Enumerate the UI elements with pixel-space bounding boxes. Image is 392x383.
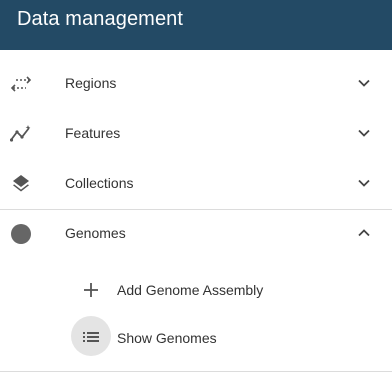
circle-icon (10, 223, 32, 245)
chevron-down-icon[interactable] (356, 75, 372, 91)
plus-icon (82, 281, 100, 304)
add-genome-assembly-item[interactable]: Add Genome Assembly (0, 267, 392, 311)
app-header: Data management (0, 0, 392, 50)
swap-arrows-icon (10, 73, 32, 95)
list-icon (82, 329, 100, 350)
trend-line-icon (9, 123, 32, 145)
menu-item-collections[interactable]: Collections (0, 158, 392, 208)
show-genomes-item[interactable]: Show Genomes (0, 315, 392, 359)
chevron-down-icon[interactable] (356, 175, 372, 191)
menu-item-label: Collections (65, 175, 134, 191)
chevron-down-icon[interactable] (356, 125, 372, 141)
menu-item-regions[interactable]: Regions (0, 58, 392, 108)
menu-item-genomes[interactable]: Genomes (0, 208, 392, 258)
chevron-up-icon[interactable] (356, 225, 372, 241)
add-genome-assembly-label: Add Genome Assembly (117, 282, 264, 298)
menu-item-label: Regions (65, 75, 117, 91)
menu-item-label: Features (65, 125, 121, 141)
layers-icon (10, 173, 32, 195)
show-genomes-label: Show Genomes (117, 330, 217, 346)
page-title: Data management (17, 8, 184, 30)
menu-item-features[interactable]: Features (0, 108, 392, 158)
menu-item-label: Genomes (65, 225, 126, 241)
divider (0, 371, 392, 372)
